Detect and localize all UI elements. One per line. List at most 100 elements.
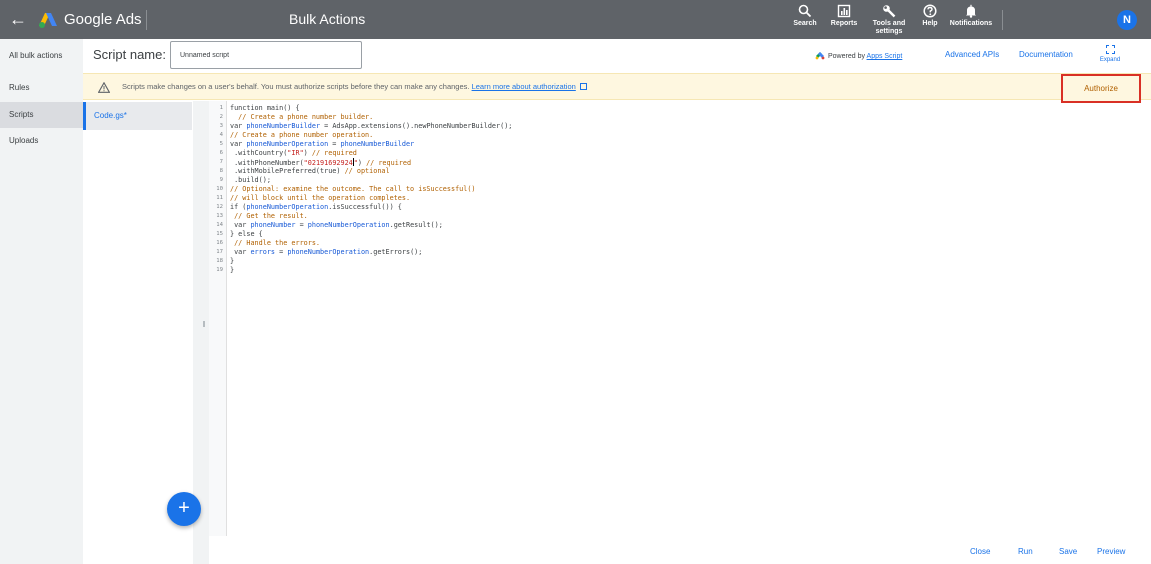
- resize-handle-icon[interactable]: ‖: [201, 320, 207, 330]
- code-variable: phoneNumber: [250, 221, 296, 229]
- code-text: = AdsApp.extensions().newPhoneNumberBuil…: [320, 122, 513, 130]
- code-line: // Create a phone number operation.: [230, 131, 373, 140]
- code-text: .isSuccessful()) {: [328, 203, 402, 211]
- nav-item-scripts[interactable]: Scripts: [0, 102, 83, 128]
- code-line: // Optional: examine the outcome. The ca…: [230, 185, 476, 194]
- line-number: 14: [216, 222, 223, 228]
- script-header: Script name: Powered by Apps Script Adva…: [83, 39, 1151, 73]
- code-line: // Get the result.: [230, 212, 308, 221]
- authorize-button[interactable]: Authorize: [1061, 74, 1141, 103]
- line-number: 1: [219, 105, 223, 111]
- search-icon: [798, 4, 812, 18]
- tools-and-settings-button[interactable]: Tools and settings: [869, 4, 909, 36]
- code-comment: // Create a phone number operation.: [230, 131, 374, 139]
- line-number: 9: [219, 177, 223, 183]
- powered-by-text: Powered by: [828, 53, 865, 60]
- code-line: var phoneNumberBuilder = AdsApp.extensio…: [230, 122, 512, 131]
- back-arrow-icon[interactable]: ←: [8, 9, 28, 29]
- code-line: var phoneNumberOperation = phoneNumberBu…: [230, 140, 414, 149]
- line-number: 13: [216, 213, 223, 219]
- learn-more-link[interactable]: Learn more about authorization: [472, 82, 576, 91]
- code-string: "02191692924: [303, 159, 353, 167]
- line-number-gutter: 1 2 3 4 5 6 7 8 9 10 11 12 13 14 15 16 1…: [209, 101, 227, 536]
- code-keyword: }: [230, 266, 235, 274]
- code-line: } else {: [230, 230, 263, 239]
- code-text: .withPhoneNumber(: [230, 159, 304, 167]
- help-button[interactable]: Help: [919, 4, 941, 28]
- search-button[interactable]: Search: [792, 4, 818, 28]
- code-line: // Create a phone number builder.: [230, 113, 373, 122]
- nav-item-all-bulk-actions[interactable]: All bulk actions: [0, 43, 83, 69]
- code-comment: // will block until the operation comple…: [230, 194, 411, 202]
- script-name-input[interactable]: [170, 41, 362, 69]
- code-line: function main() {: [230, 104, 300, 113]
- reports-button[interactable]: Reports: [829, 4, 859, 28]
- line-number: 2: [219, 114, 223, 120]
- code-keyword: var: [230, 221, 251, 229]
- code-line: .withCountry("IR") // required: [230, 149, 357, 158]
- code-keyword: }: [230, 257, 235, 265]
- help-icon: [923, 4, 937, 18]
- line-number: 4: [219, 132, 223, 138]
- script-name-label: Script name:: [93, 47, 166, 62]
- code-comment: // optional: [344, 167, 390, 175]
- file-tab-code-gs[interactable]: Code.gs*: [83, 102, 192, 130]
- code-comment: // required: [311, 149, 357, 157]
- line-number: 16: [216, 240, 223, 246]
- code-variable: phoneNumberOperation: [246, 140, 329, 148]
- code-variable: phoneNumberBuilder: [340, 140, 415, 148]
- notifications-button[interactable]: Notifications: [947, 4, 995, 28]
- line-number: 5: [219, 141, 223, 147]
- code-text: =: [328, 140, 341, 148]
- apps-script-logo-icon: [815, 52, 825, 60]
- code-line: .withPhoneNumber("02191692924") // requi…: [230, 158, 411, 167]
- line-number: 3: [219, 123, 223, 129]
- code-string: "IR": [287, 149, 304, 157]
- wrench-icon: [883, 5, 896, 18]
- nav-item-uploads[interactable]: Uploads: [0, 128, 83, 154]
- powered-by: Powered by Apps Script: [815, 50, 902, 62]
- banner-text: Scripts make changes on a user's behalf.…: [122, 82, 470, 91]
- code-editor[interactable]: function main() { // Create a phone numb…: [230, 101, 1148, 536]
- line-number: 6: [219, 150, 223, 156]
- preview-button[interactable]: Preview: [1097, 547, 1125, 557]
- avatar[interactable]: N: [1117, 10, 1137, 30]
- code-comment: // required: [366, 159, 412, 167]
- open-in-new-icon[interactable]: [579, 83, 587, 90]
- title-divider: [146, 10, 147, 30]
- line-number: 15: [216, 231, 223, 237]
- plus-icon: +: [178, 497, 190, 519]
- top-app-bar: ← Google Ads Bulk Actions Search Reports…: [0, 0, 1151, 39]
- close-button[interactable]: Close: [970, 547, 990, 557]
- advanced-apis-link[interactable]: Advanced APIs: [945, 50, 999, 60]
- code-line: if (phoneNumberOperation.isSuccessful())…: [230, 203, 402, 212]
- save-button[interactable]: Save: [1059, 547, 1077, 557]
- code-line: }: [230, 257, 234, 266]
- page-title: Bulk Actions: [289, 11, 366, 27]
- code-comment: // Handle the errors.: [230, 239, 321, 247]
- code-text: .withMobilePreferred(true): [230, 167, 345, 175]
- code-line: .withMobilePreferred(true) // optional: [230, 167, 390, 176]
- code-text: .build();: [230, 176, 271, 184]
- reports-label: Reports: [830, 20, 858, 27]
- line-number: 11: [216, 195, 223, 201]
- run-button[interactable]: Run: [1018, 547, 1033, 557]
- nav-item-rules[interactable]: Rules: [0, 75, 83, 101]
- fullscreen-icon: [1105, 45, 1115, 54]
- code-text: .withCountry(: [230, 149, 288, 157]
- bell-icon: [966, 4, 976, 18]
- code-text: =: [295, 221, 308, 229]
- expand-button[interactable]: Expand: [1097, 45, 1123, 64]
- documentation-link[interactable]: Documentation: [1019, 50, 1073, 60]
- code-text: .getErrors();: [369, 248, 423, 256]
- left-nav: All bulk actions Rules Scripts Uploads: [0, 39, 83, 564]
- authorization-banner: Scripts make changes on a user's behalf.…: [83, 73, 1151, 103]
- code-variable: phoneNumberOperation: [246, 203, 329, 211]
- notifications-label: Notifications: [949, 20, 993, 27]
- code-comment: // Get the result.: [230, 212, 308, 220]
- add-file-button[interactable]: +: [167, 492, 201, 526]
- code-text: .getResult();: [389, 221, 443, 229]
- code-keyword: } else {: [230, 230, 263, 238]
- apps-script-link[interactable]: Apps Script: [867, 53, 903, 60]
- code-comment: // Create a phone number builder.: [230, 113, 374, 121]
